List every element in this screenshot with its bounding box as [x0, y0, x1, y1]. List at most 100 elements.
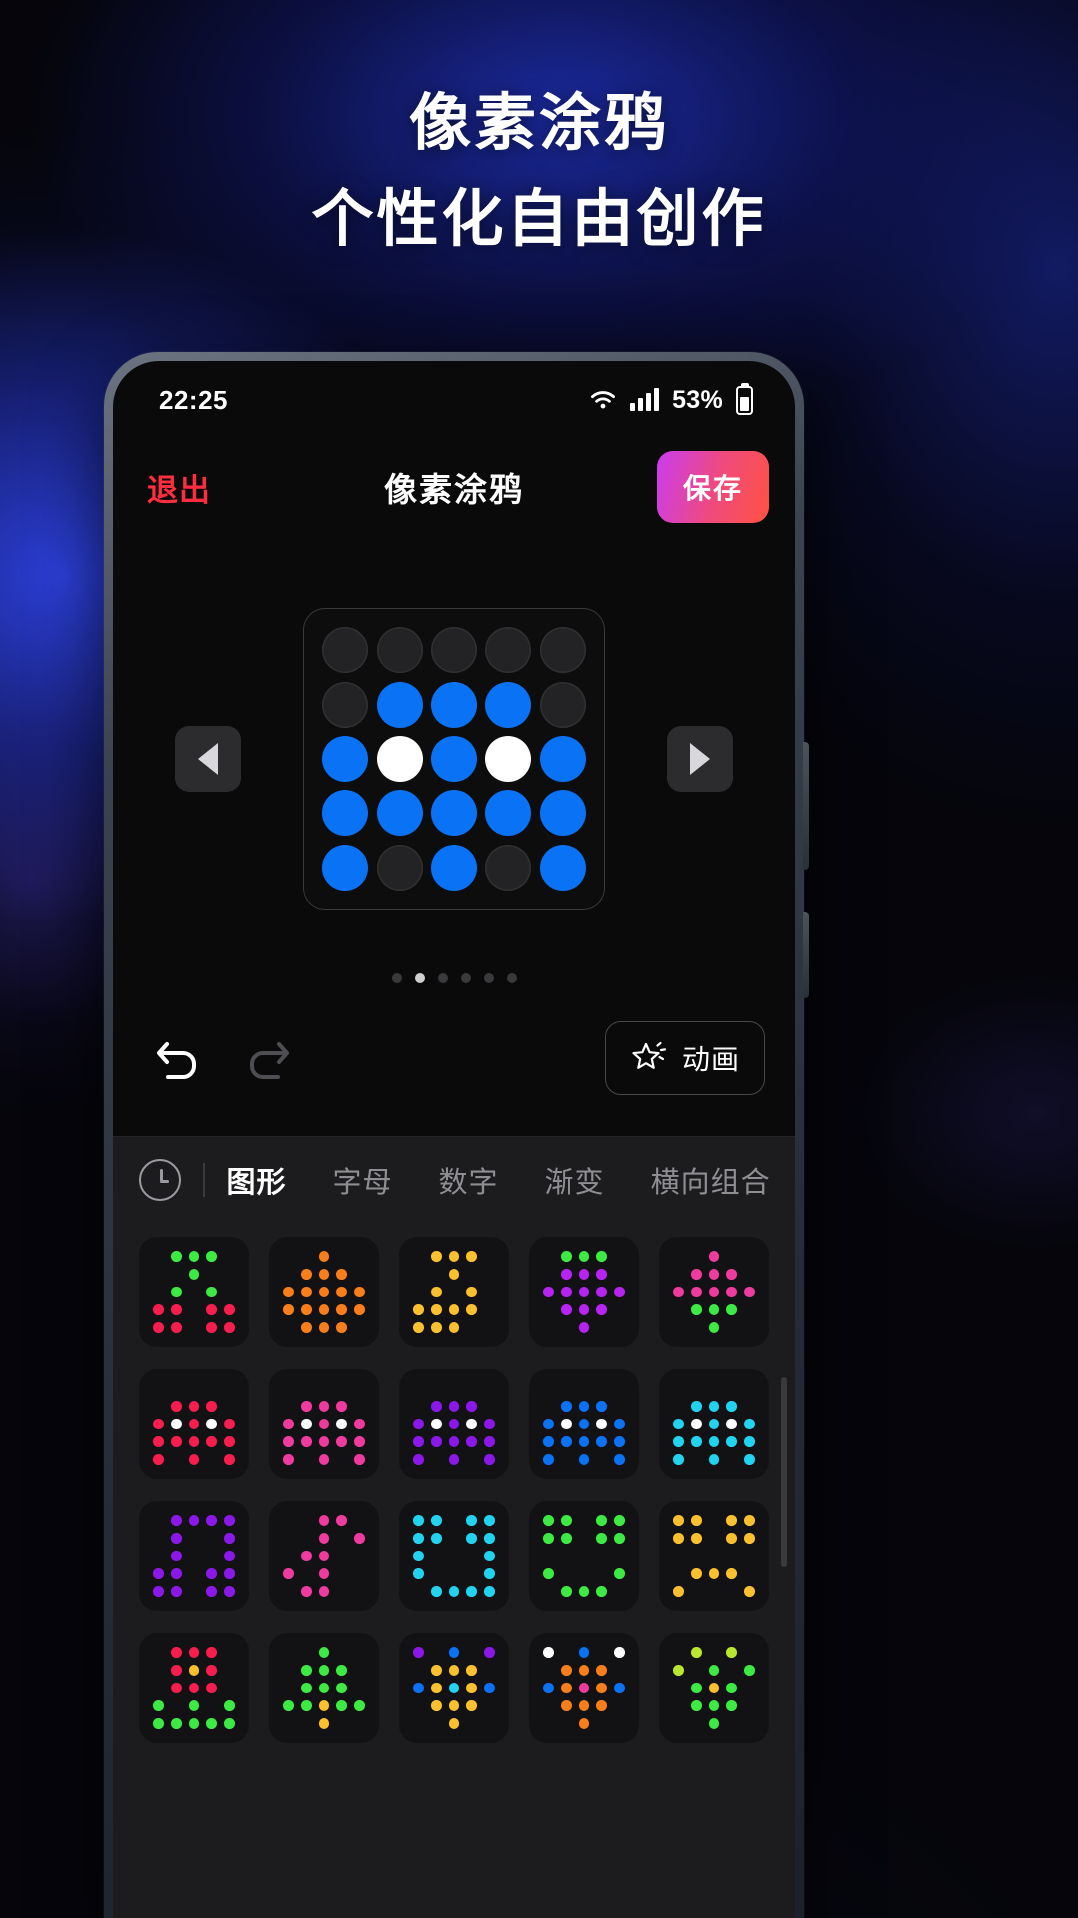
preset-dot — [206, 1322, 218, 1333]
preset-dot — [614, 1718, 625, 1729]
canvas-pager[interactable] — [113, 973, 795, 983]
canvas-pixel-0-1[interactable] — [376, 627, 423, 674]
preset-tile-face-green-yellow[interactable] — [659, 1633, 769, 1743]
preset-dot — [301, 1718, 312, 1729]
pager-dot-0[interactable] — [391, 973, 402, 983]
tab-4[interactable]: 横向组合 — [651, 1159, 771, 1201]
preset-tile-mushroom-red-green[interactable] — [139, 1633, 249, 1743]
preset-tile-tree-orange[interactable] — [269, 1237, 379, 1347]
canvas-pixel-0-4[interactable] — [539, 627, 586, 674]
preset-tile-tree-green-yellow[interactable] — [269, 1633, 379, 1743]
canvas-pixel-4-3[interactable] — [485, 844, 532, 891]
exit-button[interactable]: 退出 — [147, 465, 211, 510]
preset-tile-creature-red[interactable] — [139, 1369, 249, 1479]
canvas-next-button[interactable] — [667, 726, 733, 792]
preset-dot — [431, 1454, 442, 1465]
canvas-pixel-3-0[interactable] — [322, 790, 369, 837]
canvas-pixel-1-3[interactable] — [485, 681, 532, 728]
undo-arrow-icon[interactable] — [153, 1034, 205, 1082]
canvas-pixel-0-3[interactable] — [485, 627, 532, 674]
preset-dot — [449, 1533, 460, 1544]
preset-dot — [153, 1269, 164, 1280]
preset-tile-face-purple-blue-yellow[interactable] — [399, 1633, 509, 1743]
preset-tile-frown-yellow[interactable] — [659, 1501, 769, 1611]
preset-tile-arrow-pink-green[interactable] — [659, 1237, 769, 1347]
pager-dot-2[interactable] — [437, 973, 448, 983]
preset-dot — [430, 1700, 442, 1712]
canvas-pixel-2-4[interactable] — [539, 735, 586, 782]
preset-dot — [708, 1268, 720, 1280]
canvas-pixel-1-0[interactable] — [322, 681, 369, 728]
canvas-pixel-0-2[interactable] — [430, 627, 477, 674]
preset-dot — [726, 1418, 738, 1430]
preset-tile-arrow-purple-green[interactable] — [529, 1237, 639, 1347]
preset-tile-tree-green-red[interactable] — [139, 1237, 249, 1347]
canvas-pixel-3-4[interactable] — [539, 790, 586, 837]
animation-button[interactable]: 动画 — [604, 1021, 765, 1095]
pixel-canvas[interactable] — [303, 608, 605, 910]
canvas-pixel-3-2[interactable] — [430, 790, 477, 837]
preset-dot — [614, 1322, 625, 1333]
phone-mockup: 22:25 53% 退出 像素涂鸦 保存 动画 图形 字母 数字 渐变 横向组合 — [104, 352, 809, 1918]
canvas-pixel-1-1[interactable] — [376, 681, 423, 728]
pager-dot-3[interactable] — [460, 973, 471, 983]
canvas-pixel-2-2[interactable] — [430, 735, 477, 782]
preset-tile-frame-purple[interactable] — [139, 1501, 249, 1611]
preset-dot — [336, 1647, 347, 1658]
volume-button[interactable] — [803, 742, 809, 870]
canvas-pixel-4-4[interactable] — [539, 844, 586, 891]
canvas-pixel-2-3[interactable] — [485, 735, 532, 782]
pager-dot-5[interactable] — [506, 973, 517, 983]
pager-dot-1[interactable] — [414, 973, 425, 983]
canvas-pixel-4-0[interactable] — [322, 844, 369, 891]
tab-1[interactable]: 字母 — [333, 1159, 393, 1201]
canvas-prev-button[interactable] — [175, 726, 241, 792]
canvas-pixel-3-3[interactable] — [485, 790, 532, 837]
tab-0[interactable]: 图形 — [227, 1159, 287, 1201]
preset-dot — [206, 1700, 217, 1711]
preset-tile-bolt-pink[interactable] — [269, 1501, 379, 1611]
preset-dot — [596, 1268, 608, 1280]
canvas-pixel-4-1[interactable] — [376, 844, 423, 891]
pager-dot-4[interactable] — [483, 973, 494, 983]
preset-dot — [744, 1700, 755, 1711]
preset-dot — [726, 1268, 738, 1280]
preset-dot — [283, 1647, 294, 1658]
canvas-pixel-1-4[interactable] — [539, 681, 586, 728]
canvas-pixel-2-1[interactable] — [376, 735, 423, 782]
clock-icon[interactable] — [139, 1159, 181, 1201]
preset-tile-face-white-orange[interactable] — [529, 1633, 639, 1743]
preset-tile-creature-cyan[interactable] — [659, 1369, 769, 1479]
preset-dot — [430, 1515, 442, 1526]
preset-tile-arrow-yellow[interactable] — [399, 1237, 509, 1347]
preset-tile-creature-pink[interactable] — [269, 1369, 379, 1479]
tab-2[interactable]: 数字 — [439, 1159, 499, 1201]
redo-arrow-icon[interactable] — [241, 1034, 293, 1082]
preset-tile-bracket-cyan[interactable] — [399, 1501, 509, 1611]
preset-tile-creature-purple[interactable] — [399, 1369, 509, 1479]
preset-dot — [726, 1400, 738, 1412]
canvas-pixel-1-2[interactable] — [430, 681, 477, 728]
preset-dot — [466, 1383, 477, 1394]
preset-dot — [579, 1533, 590, 1544]
preset-dot — [318, 1418, 330, 1430]
power-button[interactable] — [803, 912, 809, 998]
battery-percent-label: 53% — [672, 385, 723, 414]
preset-dot — [578, 1664, 590, 1676]
canvas-pixel-4-2[interactable] — [430, 844, 477, 891]
canvas-pixel-2-0[interactable] — [322, 735, 369, 782]
save-button[interactable]: 保存 — [656, 451, 769, 523]
canvas-pixel-0-0[interactable] — [322, 627, 369, 674]
preset-tile-smile-green[interactable] — [529, 1501, 639, 1611]
tab-3[interactable]: 渐变 — [545, 1159, 605, 1201]
preset-tile-creature-blue[interactable] — [529, 1369, 639, 1479]
preset-dot — [448, 1682, 460, 1694]
preset-dot — [578, 1700, 590, 1712]
preset-dot — [430, 1400, 442, 1412]
preset-dot — [413, 1401, 424, 1412]
preset-scroll-area[interactable] — [113, 1223, 795, 1918]
preset-scrollbar[interactable] — [781, 1377, 787, 1567]
preset-dot — [726, 1718, 737, 1729]
canvas-pixel-3-1[interactable] — [376, 790, 423, 837]
preset-dot — [224, 1683, 235, 1694]
